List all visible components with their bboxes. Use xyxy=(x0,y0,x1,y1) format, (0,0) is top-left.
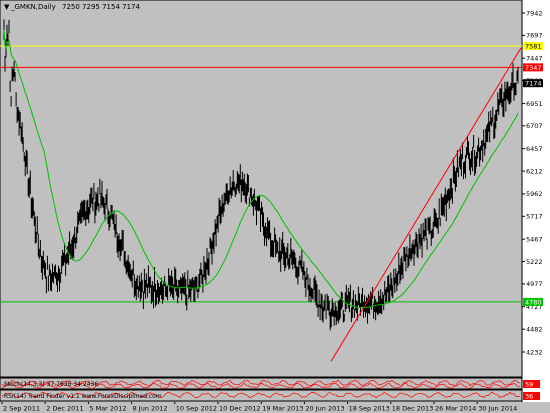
price-tick-label: 7697 xyxy=(526,32,543,40)
time-tick-label: 2 Sep 2011 xyxy=(3,405,40,413)
price-tag-yellow-text: 7581 xyxy=(525,42,542,50)
time-tick-label: 26 Mar 2014 xyxy=(435,405,476,413)
triangle-down-icon[interactable]: ▼ xyxy=(4,3,10,11)
price-tick-label: 5962 xyxy=(526,190,543,198)
price-tag-red-text: 7347 xyxy=(525,64,542,72)
time-tick-label: 8 Jun 2012 xyxy=(133,405,168,413)
indicator-tag-stoch-text: 59 xyxy=(525,381,533,389)
time-tick-label: 18 Sep 2013 xyxy=(349,405,390,413)
time-tick-label: 10 Dec 2012 xyxy=(219,405,261,413)
price-tick-label: 4232 xyxy=(526,348,543,356)
indicator-label-rsi: RSI(14) Trend Finder v1.1 www.ForexDisci… xyxy=(4,393,162,400)
price-tick-label: 7942 xyxy=(526,9,543,17)
ohlc-values: 7250 7295 7154 7174 xyxy=(62,3,140,11)
price-tick-label: 5467 xyxy=(526,235,543,243)
price-tick-label: 5717 xyxy=(526,213,543,221)
price-chart[interactable]: ▼ _GMKN,Daily 7250 7295 7154 7174 7942 76… xyxy=(0,0,550,413)
price-tick-label: 6457 xyxy=(526,145,543,153)
price-tag-current-text: 7174 xyxy=(525,80,542,88)
time-tick-label: 20 Jun 2013 xyxy=(305,405,344,413)
indicator-label-stoch: Stoch(14,3,3) 37.7636 34.2436 xyxy=(4,381,98,388)
time-tick-label: 18 Dec 2013 xyxy=(392,405,434,413)
price-tick-label: 4977 xyxy=(526,280,543,288)
time-tick-label: 5 Mar 2012 xyxy=(89,405,126,413)
time-tick-label: 30 Jun 2014 xyxy=(478,405,517,413)
indicator-tag-rsi-text: 36 xyxy=(525,393,533,401)
time-tick-label: 2 Dec 2011 xyxy=(46,405,83,413)
time-tick-label: 19 Mar 2013 xyxy=(262,405,303,413)
price-tick-label: 7447 xyxy=(526,55,543,63)
price-tick-label: 4482 xyxy=(526,325,543,333)
price-tick-label: 6951 xyxy=(526,100,543,108)
symbol-title: _GMKN,Daily xyxy=(10,3,56,11)
price-tag-green-text: 4780 xyxy=(525,298,542,306)
time-tick-label: 10 Sep 2012 xyxy=(176,405,217,413)
plot-area xyxy=(0,0,523,378)
chart-window: ▼ _GMKN,Daily 7250 7295 7154 7174 7942 76… xyxy=(0,0,550,413)
price-tick-label: 6707 xyxy=(526,122,543,130)
price-tick-label: 6212 xyxy=(526,167,543,175)
price-tick-label: 5222 xyxy=(526,258,543,266)
